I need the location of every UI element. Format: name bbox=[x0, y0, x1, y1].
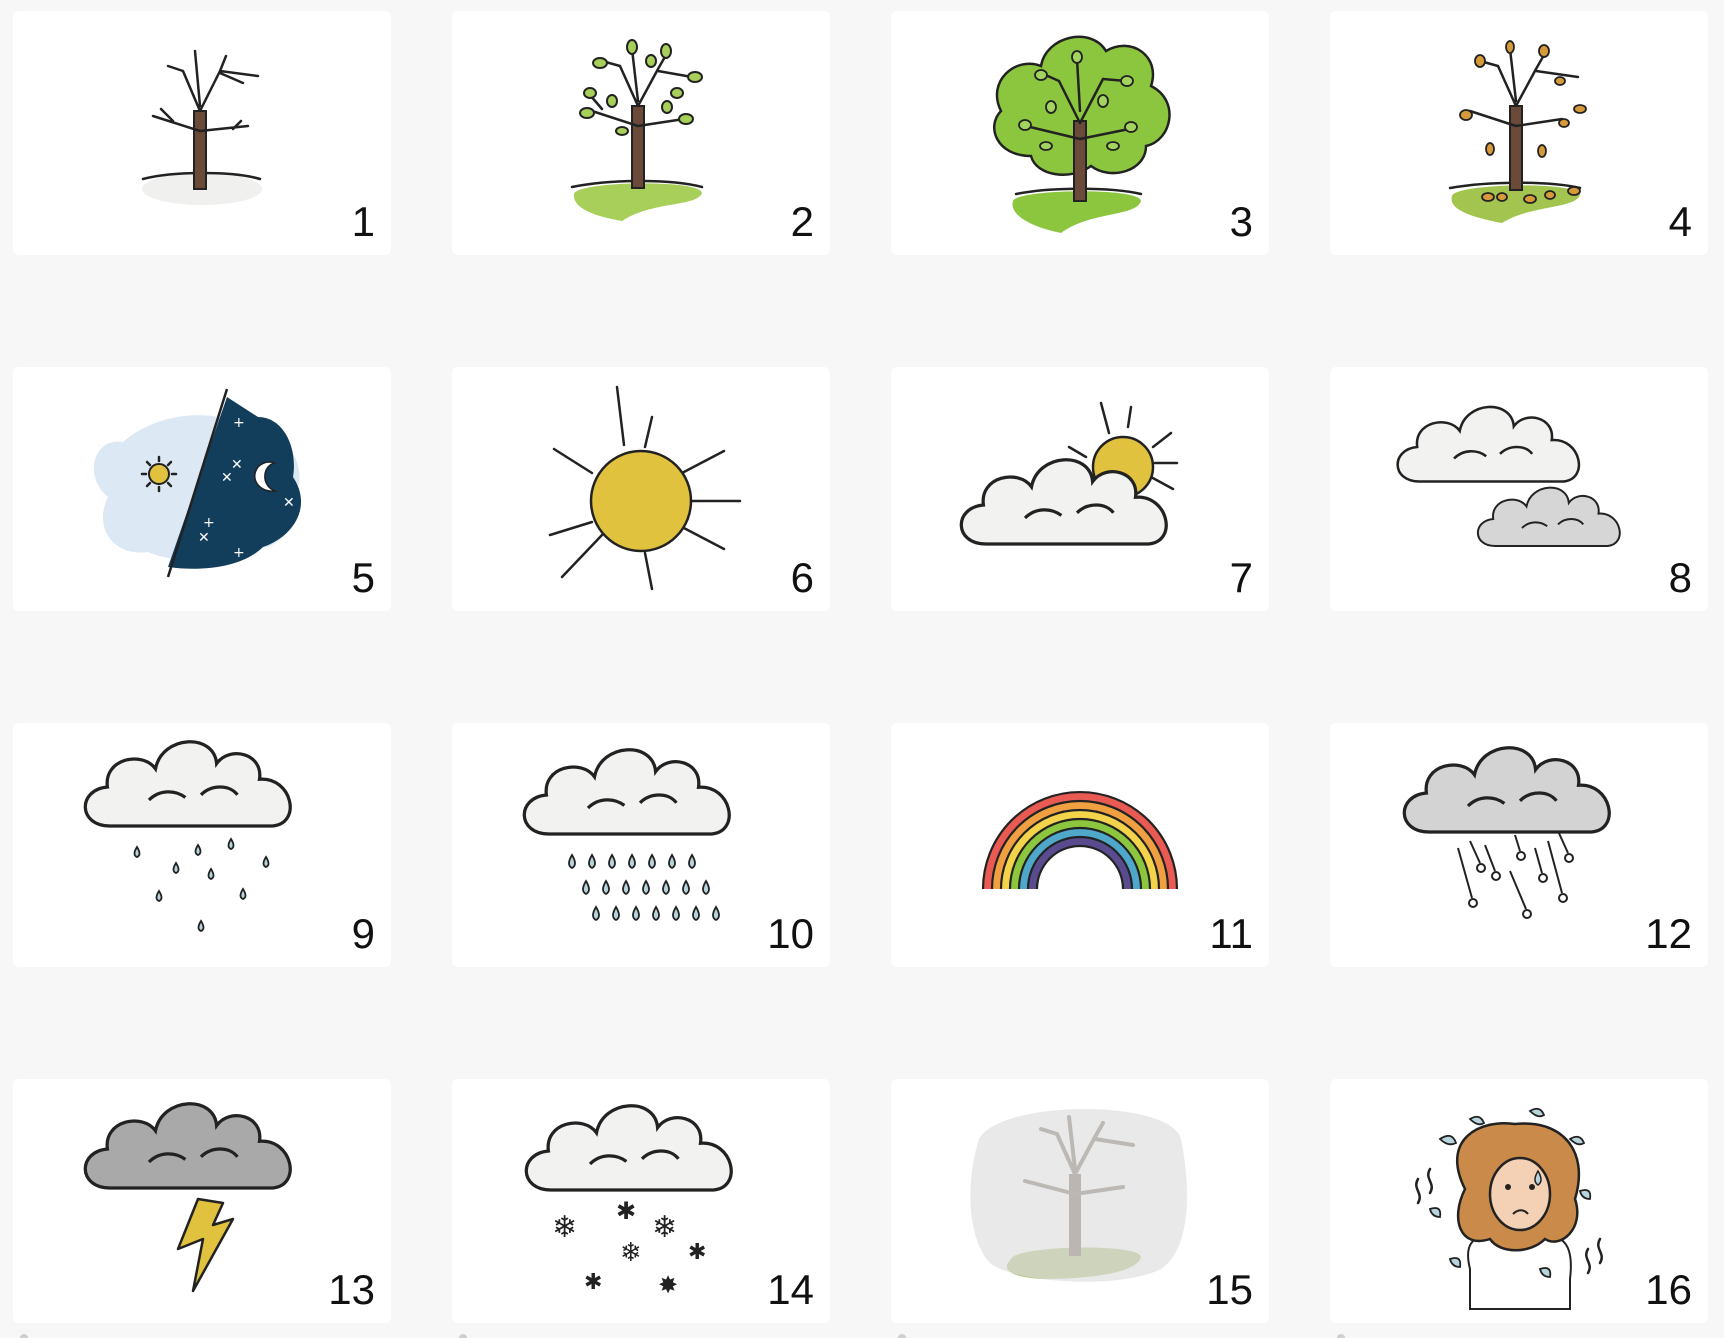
card-number: 16 bbox=[1645, 1266, 1692, 1313]
card-number: 13 bbox=[328, 1266, 375, 1313]
raindrop-mark bbox=[668, 853, 676, 870]
two-clouds-icon bbox=[1396, 405, 1621, 547]
raindrop-mark bbox=[612, 905, 620, 922]
card-number: 2 bbox=[790, 198, 814, 245]
svg-text:❄: ❄ bbox=[552, 1210, 577, 1245]
raindrop-mark bbox=[652, 905, 660, 922]
next-row-card-edge bbox=[898, 1334, 906, 1338]
svg-text:+: + bbox=[233, 545, 245, 561]
raindrop-mark bbox=[642, 879, 650, 896]
raindrop-mark bbox=[568, 853, 576, 870]
raindrop-mark bbox=[608, 853, 616, 870]
raindrop-mark bbox=[628, 853, 636, 870]
bare-tree-winter-icon bbox=[141, 49, 262, 205]
weather-card-12[interactable]: 12 bbox=[1330, 723, 1708, 967]
budding-tree-spring-icon bbox=[570, 39, 704, 221]
raindrop-mark bbox=[672, 905, 680, 922]
light-rain-cloud-icon bbox=[83, 740, 292, 932]
raindrop-mark bbox=[632, 905, 640, 922]
leafy-tree-summer-icon bbox=[993, 35, 1171, 233]
svg-text:✱: ✱ bbox=[584, 1270, 602, 1295]
card-number: 8 bbox=[1668, 554, 1692, 601]
sun-icon bbox=[548, 385, 742, 591]
card-number: 6 bbox=[790, 554, 814, 601]
weather-card-4[interactable]: 4 bbox=[1330, 11, 1708, 255]
svg-text:+: + bbox=[233, 415, 245, 431]
card-number: 12 bbox=[1645, 910, 1692, 957]
weather-card-15[interactable]: 15 bbox=[891, 1079, 1269, 1323]
weather-card-11[interactable]: 11 bbox=[891, 723, 1269, 967]
weather-card-9[interactable]: 9 bbox=[13, 723, 391, 967]
weather-card-5[interactable]: + ✕ ✕ ✕ + ✕ + 5 bbox=[13, 367, 391, 611]
weather-card-14[interactable]: ❄ ✱ ❄ ❄ ✱ ✱ ✸ 14 bbox=[452, 1079, 830, 1323]
raindrop-mark bbox=[648, 853, 656, 870]
card-number: 4 bbox=[1668, 198, 1692, 245]
raindrop-mark bbox=[582, 879, 590, 896]
raindrop-mark bbox=[588, 853, 596, 870]
raindrop-mark bbox=[682, 879, 690, 896]
card-number: 7 bbox=[1229, 554, 1253, 601]
card-number: 15 bbox=[1206, 1266, 1253, 1313]
svg-text:❄: ❄ bbox=[652, 1210, 677, 1245]
svg-text:+: + bbox=[203, 515, 215, 531]
weather-card-7[interactable]: 7 bbox=[891, 367, 1269, 611]
svg-text:❄: ❄ bbox=[620, 1238, 642, 1268]
card-number: 10 bbox=[767, 910, 814, 957]
card-number: 11 bbox=[1209, 910, 1253, 957]
card-number: 3 bbox=[1229, 198, 1253, 245]
weather-card-1[interactable]: 1 bbox=[13, 11, 391, 255]
card-number: 5 bbox=[351, 554, 375, 601]
svg-text:✕: ✕ bbox=[198, 530, 210, 546]
raindrop-mark bbox=[602, 879, 610, 896]
weather-card-2[interactable]: 2 bbox=[452, 11, 830, 255]
card-number: 14 bbox=[767, 1266, 814, 1313]
svg-text:✸: ✸ bbox=[658, 1271, 678, 1299]
next-row-card-edge bbox=[459, 1334, 467, 1338]
weather-card-8[interactable]: 8 bbox=[1330, 367, 1708, 611]
sun-behind-cloud-icon bbox=[959, 401, 1179, 546]
svg-text:✱: ✱ bbox=[688, 1240, 706, 1265]
card-number: 1 bbox=[351, 198, 375, 245]
raindrop-mark bbox=[692, 905, 700, 922]
weather-card-6[interactable]: 6 bbox=[452, 367, 830, 611]
weather-card-3[interactable]: 3 bbox=[891, 11, 1269, 255]
raindrop-mark bbox=[622, 879, 630, 896]
weather-card-13[interactable]: 13 bbox=[13, 1079, 391, 1323]
svg-text:✱: ✱ bbox=[616, 1197, 636, 1225]
svg-text:✕: ✕ bbox=[231, 457, 243, 473]
next-row-card-edge bbox=[1337, 1334, 1345, 1338]
weather-card-16[interactable]: 16 bbox=[1330, 1079, 1708, 1323]
raindrop-mark bbox=[592, 905, 600, 922]
card-number: 9 bbox=[351, 910, 375, 957]
next-row-card-edge bbox=[20, 1334, 28, 1338]
weather-card-10[interactable]: 10 bbox=[452, 723, 830, 967]
day-night-icon: +✕✕ ✕+✕+ bbox=[93, 388, 302, 578]
falling-leaves-tree-autumn-icon bbox=[1448, 40, 1587, 223]
raindrop-mark bbox=[702, 879, 710, 896]
raindrop-mark bbox=[712, 905, 720, 922]
raindrop-mark bbox=[688, 853, 696, 870]
raindrop-mark bbox=[662, 879, 670, 896]
svg-text:✕: ✕ bbox=[283, 495, 295, 511]
